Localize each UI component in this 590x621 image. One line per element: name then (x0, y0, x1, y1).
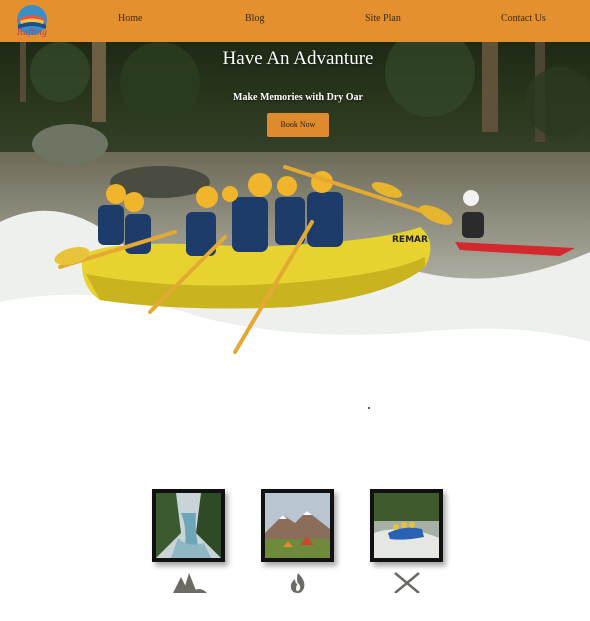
trees-icon (171, 571, 207, 593)
nav-site-plan[interactable]: Site Plan (365, 13, 401, 24)
rafting-group-image (374, 493, 439, 558)
rafting-logo[interactable]: Rafting (14, 3, 50, 39)
hero-subtitle: Make Memories with Dry Oar (233, 92, 363, 103)
book-now-button[interactable]: Book Now (267, 113, 329, 137)
crossed-oars-icon (389, 571, 425, 594)
card-rafting-group[interactable] (370, 489, 443, 562)
hero-title: Have An Advanture (222, 48, 374, 69)
card-river-canyon[interactable] (152, 489, 225, 562)
river-canyon-image (156, 493, 221, 558)
raft-brand-text: REMAR (392, 235, 428, 245)
nav-home[interactable]: Home (118, 13, 142, 24)
svg-text:Rafting: Rafting (16, 28, 47, 37)
stray-dot (368, 407, 370, 409)
campfire-icon (280, 571, 316, 593)
nav-contact-us[interactable]: Contact Us (501, 13, 546, 24)
nav-blog[interactable]: Blog (245, 13, 264, 24)
mountain-campsite-image (265, 493, 330, 558)
card-mountain-campsite[interactable] (261, 489, 334, 562)
navbar: Rafting Home Blog Site Plan Contact Us (0, 0, 590, 42)
